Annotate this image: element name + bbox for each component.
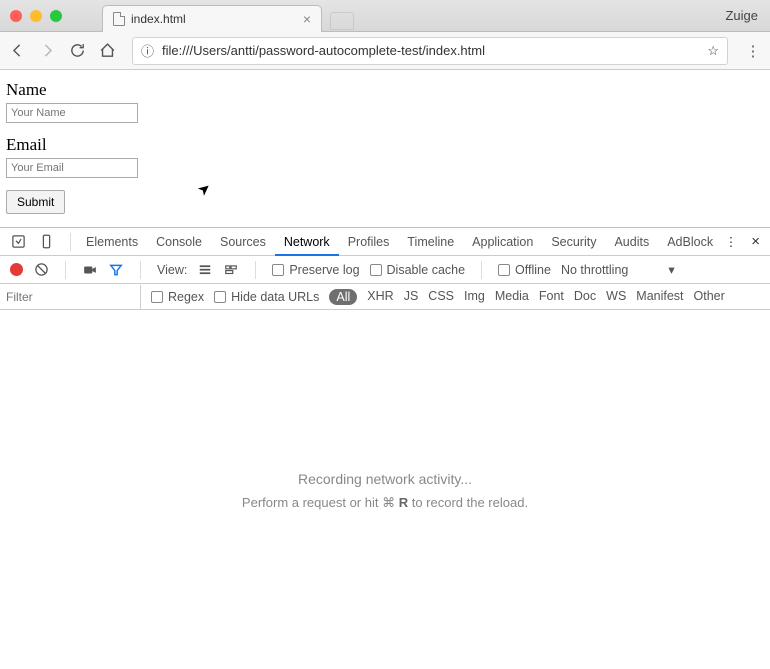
hide-urls-checkbox[interactable]: Hide data URLs xyxy=(214,290,319,304)
filter-type-xhr[interactable]: XHR xyxy=(367,289,393,305)
page-icon xyxy=(113,12,125,26)
devtools-tab-profiles[interactable]: Profiles xyxy=(339,228,399,256)
throttling-select[interactable]: No throttling▾ xyxy=(561,262,675,277)
devtools-tab-application[interactable]: Application xyxy=(463,228,542,256)
filter-type-img[interactable]: Img xyxy=(464,289,485,305)
devtools-tab-timeline[interactable]: Timeline xyxy=(398,228,463,256)
record-button[interactable] xyxy=(10,263,23,276)
devtools-panel: ElementsConsoleSourcesNetworkProfilesTim… xyxy=(0,227,770,669)
profile-label: Zuige xyxy=(725,8,758,23)
traffic-lights xyxy=(0,10,62,22)
network-empty-state: Recording network activity... Perform a … xyxy=(0,312,770,669)
email-input[interactable] xyxy=(6,158,138,178)
hint-msg: Perform a request or hit ⌘ R to record t… xyxy=(242,495,528,511)
device-toggle-icon[interactable] xyxy=(38,234,54,250)
devtools-tab-security[interactable]: Security xyxy=(542,228,605,256)
offline-checkbox[interactable]: Offline xyxy=(498,263,551,277)
filter-type-other[interactable]: Other xyxy=(694,289,725,305)
new-tab-button[interactable] xyxy=(330,12,354,30)
filter-type-doc[interactable]: Doc xyxy=(574,289,596,305)
filter-type-manifest[interactable]: Manifest xyxy=(636,289,683,305)
email-label: Email xyxy=(6,135,47,154)
bookmark-star-icon[interactable]: ☆ xyxy=(707,43,719,59)
filter-icon[interactable] xyxy=(108,262,124,278)
browser-menu-icon[interactable]: ⋮ xyxy=(744,42,762,60)
devtools-tabs: ElementsConsoleSourcesNetworkProfilesTim… xyxy=(0,228,770,256)
profile-menu[interactable]: Zuige xyxy=(725,8,758,23)
toolbar: ⓘ file:///Users/antti/password-autocompl… xyxy=(0,32,770,70)
back-button[interactable] xyxy=(8,42,26,59)
submit-button[interactable]: Submit xyxy=(6,190,65,214)
devtools-tab-audits[interactable]: Audits xyxy=(605,228,658,256)
devtools-close-icon[interactable]: × xyxy=(751,233,760,250)
minimize-window-icon[interactable] xyxy=(30,10,42,22)
preserve-log-checkbox[interactable]: Preserve log xyxy=(272,263,359,277)
reload-button[interactable] xyxy=(68,42,86,59)
network-toolbar: View: Preserve log Disable cache Offline… xyxy=(0,256,770,284)
forward-button[interactable] xyxy=(38,42,56,59)
devtools-tab-sources[interactable]: Sources xyxy=(211,228,275,256)
home-button[interactable] xyxy=(98,42,116,59)
network-filter-row: Regex Hide data URLs All XHR JS CSS Img Media… xyxy=(0,284,770,310)
name-input[interactable] xyxy=(6,103,138,123)
maximize-window-icon[interactable] xyxy=(50,10,62,22)
name-label: Name xyxy=(6,80,47,99)
inspect-icon[interactable] xyxy=(10,234,26,250)
filter-input[interactable] xyxy=(0,285,141,309)
close-tab-icon[interactable]: × xyxy=(303,11,311,27)
name-field: Name xyxy=(6,80,764,123)
filter-type-media[interactable]: Media xyxy=(495,289,529,305)
devtools-tab-elements[interactable]: Elements xyxy=(77,228,147,256)
site-info-icon[interactable]: ⓘ xyxy=(141,41,154,60)
filter-type-font[interactable]: Font xyxy=(539,289,564,305)
regex-checkbox[interactable]: Regex xyxy=(151,290,204,304)
recording-msg: Recording network activity... xyxy=(298,471,472,487)
devtools-tab-adblock[interactable]: AdBlock xyxy=(658,228,722,256)
disable-cache-checkbox[interactable]: Disable cache xyxy=(370,263,466,277)
page-content: Name Email Submit xyxy=(0,70,770,224)
email-field: Email xyxy=(6,135,764,178)
browser-tab[interactable]: index.html × xyxy=(102,5,322,32)
tab-title: index.html xyxy=(131,12,186,26)
close-window-icon[interactable] xyxy=(10,10,22,22)
camera-icon[interactable] xyxy=(82,262,98,278)
overview-icon[interactable] xyxy=(223,262,239,278)
devtools-more-icon[interactable]: ⋮ xyxy=(725,234,738,249)
large-rows-icon[interactable] xyxy=(197,262,213,278)
filter-type-ws[interactable]: WS xyxy=(606,289,626,305)
clear-icon[interactable] xyxy=(33,262,49,278)
url-text: file:///Users/antti/password-autocomplet… xyxy=(162,43,485,58)
window-chrome: index.html × Zuige xyxy=(0,0,770,32)
filter-type-css[interactable]: CSS xyxy=(428,289,454,305)
address-bar[interactable]: ⓘ file:///Users/antti/password-autocompl… xyxy=(132,37,728,65)
filter-type-all[interactable]: All xyxy=(329,289,357,305)
devtools-tab-network[interactable]: Network xyxy=(275,228,339,256)
filter-type-js[interactable]: JS xyxy=(404,289,419,305)
view-label: View: xyxy=(157,263,187,277)
devtools-tab-console[interactable]: Console xyxy=(147,228,211,256)
